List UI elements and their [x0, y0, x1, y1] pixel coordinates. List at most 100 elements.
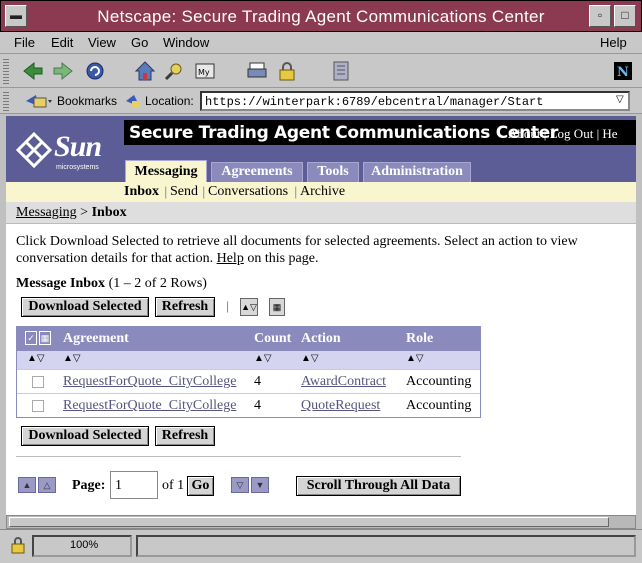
- download-selected-button-bottom[interactable]: Download Selected: [21, 426, 149, 446]
- locationbar-grip[interactable]: [3, 90, 9, 112]
- menu-edit[interactable]: Edit: [51, 35, 73, 50]
- maximize-button[interactable]: □: [614, 5, 636, 27]
- count-cell: 4: [254, 398, 261, 413]
- previous-page-icon[interactable]: △: [38, 477, 56, 493]
- subnav-send[interactable]: Send: [170, 184, 198, 200]
- count-cell: 4: [254, 374, 261, 389]
- download-selected-button-top[interactable]: Download Selected: [21, 297, 149, 317]
- help-link-header[interactable]: He: [602, 126, 617, 141]
- menu-help[interactable]: Help: [600, 35, 627, 50]
- role-cell: Accounting: [406, 374, 472, 389]
- breadcrumb: Messaging > Inbox: [6, 202, 636, 224]
- subnav-separator: |: [294, 184, 298, 199]
- print-icon[interactable]: [246, 60, 268, 82]
- logout-link[interactable]: Log Out: [550, 126, 594, 141]
- subnav-separator: |: [202, 184, 206, 199]
- menu-window[interactable]: Window: [163, 35, 209, 50]
- reload-icon[interactable]: [84, 60, 106, 82]
- help-link[interactable]: Help: [217, 251, 244, 266]
- menu-go[interactable]: Go: [131, 35, 148, 50]
- select-all-icon[interactable]: ✓: [25, 331, 37, 345]
- subnav-inbox[interactable]: Inbox: [124, 184, 159, 200]
- breadcrumb-messaging[interactable]: Messaging: [16, 205, 77, 220]
- deselect-all-icon[interactable]: ▦: [39, 331, 51, 345]
- last-page-icon[interactable]: ▼: [251, 477, 269, 493]
- back-icon[interactable]: [22, 60, 44, 82]
- bookmarks-label[interactable]: Bookmarks: [57, 94, 117, 108]
- toolbar-grip[interactable]: [3, 57, 9, 85]
- refresh-button-top[interactable]: Refresh: [155, 297, 215, 317]
- table-row: RequestForQuote_CityCollege 4 AwardContr…: [17, 369, 480, 394]
- first-page-icon[interactable]: ▲: [18, 477, 36, 493]
- go-button[interactable]: Go: [187, 476, 214, 496]
- table-sort-row: ▲▽ ▲▽ ▲▽ ▲▽ ▲▽: [17, 351, 480, 369]
- sort-action-icon[interactable]: ▲▽: [301, 353, 319, 364]
- page-viewport: Sun microsystems Secure Trading Agent Co…: [6, 116, 636, 515]
- minimize-icon: ▫: [597, 8, 603, 22]
- location-label: Location:: [145, 94, 194, 108]
- sort-toggle-icon[interactable]: ▲▽: [240, 298, 258, 316]
- page-total: of 1: [162, 478, 185, 493]
- scrollbar-thumb[interactable]: [9, 517, 609, 527]
- header-links: About | Log Out | He: [508, 126, 618, 142]
- bookmarks-icon[interactable]: [22, 92, 54, 110]
- svg-text:N: N: [617, 65, 629, 80]
- page-number-input[interactable]: 1: [110, 471, 158, 499]
- agreement-link[interactable]: RequestForQuote_CityCollege: [63, 374, 236, 390]
- netscape-logo-icon: N: [614, 62, 632, 80]
- menu-bar: File Edit View Go Window Help: [0, 32, 642, 54]
- sort-count-icon[interactable]: ▲▽: [254, 353, 272, 364]
- sun-logo-sub: microsystems: [56, 164, 99, 171]
- sun-logo-icon: [15, 131, 53, 169]
- agreement-link[interactable]: RequestForQuote_CityCollege: [63, 398, 236, 414]
- divider: [16, 456, 461, 457]
- menu-view[interactable]: View: [88, 35, 116, 50]
- sun-logo-text: Sun: [54, 130, 102, 163]
- tab-messaging[interactable]: Messaging: [125, 160, 207, 184]
- sort-agreement-icon[interactable]: ▲▽: [63, 353, 81, 364]
- security-lock-icon[interactable]: [276, 60, 298, 82]
- next-page-icon[interactable]: ▽: [231, 477, 249, 493]
- subnav-separator: |: [164, 184, 168, 199]
- inbox-row-count: (1 – 2 of 2 Rows): [108, 276, 207, 291]
- sort-select-icon[interactable]: ▲▽: [27, 353, 45, 364]
- page-proxy-icon[interactable]: [124, 93, 142, 109]
- stop-icon[interactable]: [330, 60, 352, 82]
- action-link[interactable]: AwardContract: [301, 374, 386, 390]
- url-input[interactable]: https://winterpark:6789/ebcentral/manage…: [200, 91, 630, 111]
- menu-file[interactable]: File: [14, 35, 35, 50]
- subnav-conversations[interactable]: Conversations: [208, 184, 288, 200]
- security-status-icon[interactable]: [10, 536, 26, 554]
- select-toggle-icon[interactable]: ▦: [269, 298, 285, 316]
- about-link[interactable]: About: [508, 126, 541, 141]
- search-icon[interactable]: [164, 60, 186, 82]
- navigation-toolbar: My N: [0, 54, 642, 88]
- location-bar: Bookmarks Location: https://winterpark:6…: [0, 88, 642, 114]
- instructions-text-end: on this page.: [247, 251, 319, 266]
- horizontal-scrollbar[interactable]: [6, 515, 636, 529]
- scroll-all-data-button[interactable]: Scroll Through All Data: [296, 476, 461, 496]
- tab-agreements[interactable]: Agreements: [211, 162, 303, 182]
- sort-role-icon[interactable]: ▲▽: [406, 353, 424, 364]
- row-checkbox[interactable]: [32, 376, 44, 388]
- url-dropdown-icon[interactable]: ▽: [616, 94, 624, 105]
- subnav-archive[interactable]: Archive: [300, 184, 345, 200]
- tab-administration[interactable]: Administration: [363, 162, 471, 182]
- zoom-level: 100%: [70, 539, 99, 551]
- table-header: ✓ ▦ Agreement Count Action Role: [17, 327, 480, 351]
- forward-icon[interactable]: [52, 60, 74, 82]
- role-cell: Accounting: [406, 398, 472, 413]
- action-link[interactable]: QuoteRequest: [301, 398, 380, 414]
- header-agreement: Agreement: [63, 331, 129, 346]
- home-icon[interactable]: [134, 60, 156, 82]
- refresh-button-bottom[interactable]: Refresh: [155, 426, 215, 446]
- row-checkbox[interactable]: [32, 400, 44, 412]
- mynetscape-icon[interactable]: My: [194, 60, 216, 82]
- tab-tools[interactable]: Tools: [307, 162, 359, 182]
- svg-text:My: My: [198, 68, 210, 77]
- app-title: Secure Trading Agent Communications Cent…: [129, 123, 559, 143]
- window-titlebar: ▬ Netscape: Secure Trading Agent Communi…: [0, 0, 642, 32]
- instructions: Click Download Selected to retrieve all …: [16, 233, 616, 267]
- maximize-icon: □: [621, 8, 629, 22]
- minimize-button[interactable]: ▫: [589, 5, 611, 27]
